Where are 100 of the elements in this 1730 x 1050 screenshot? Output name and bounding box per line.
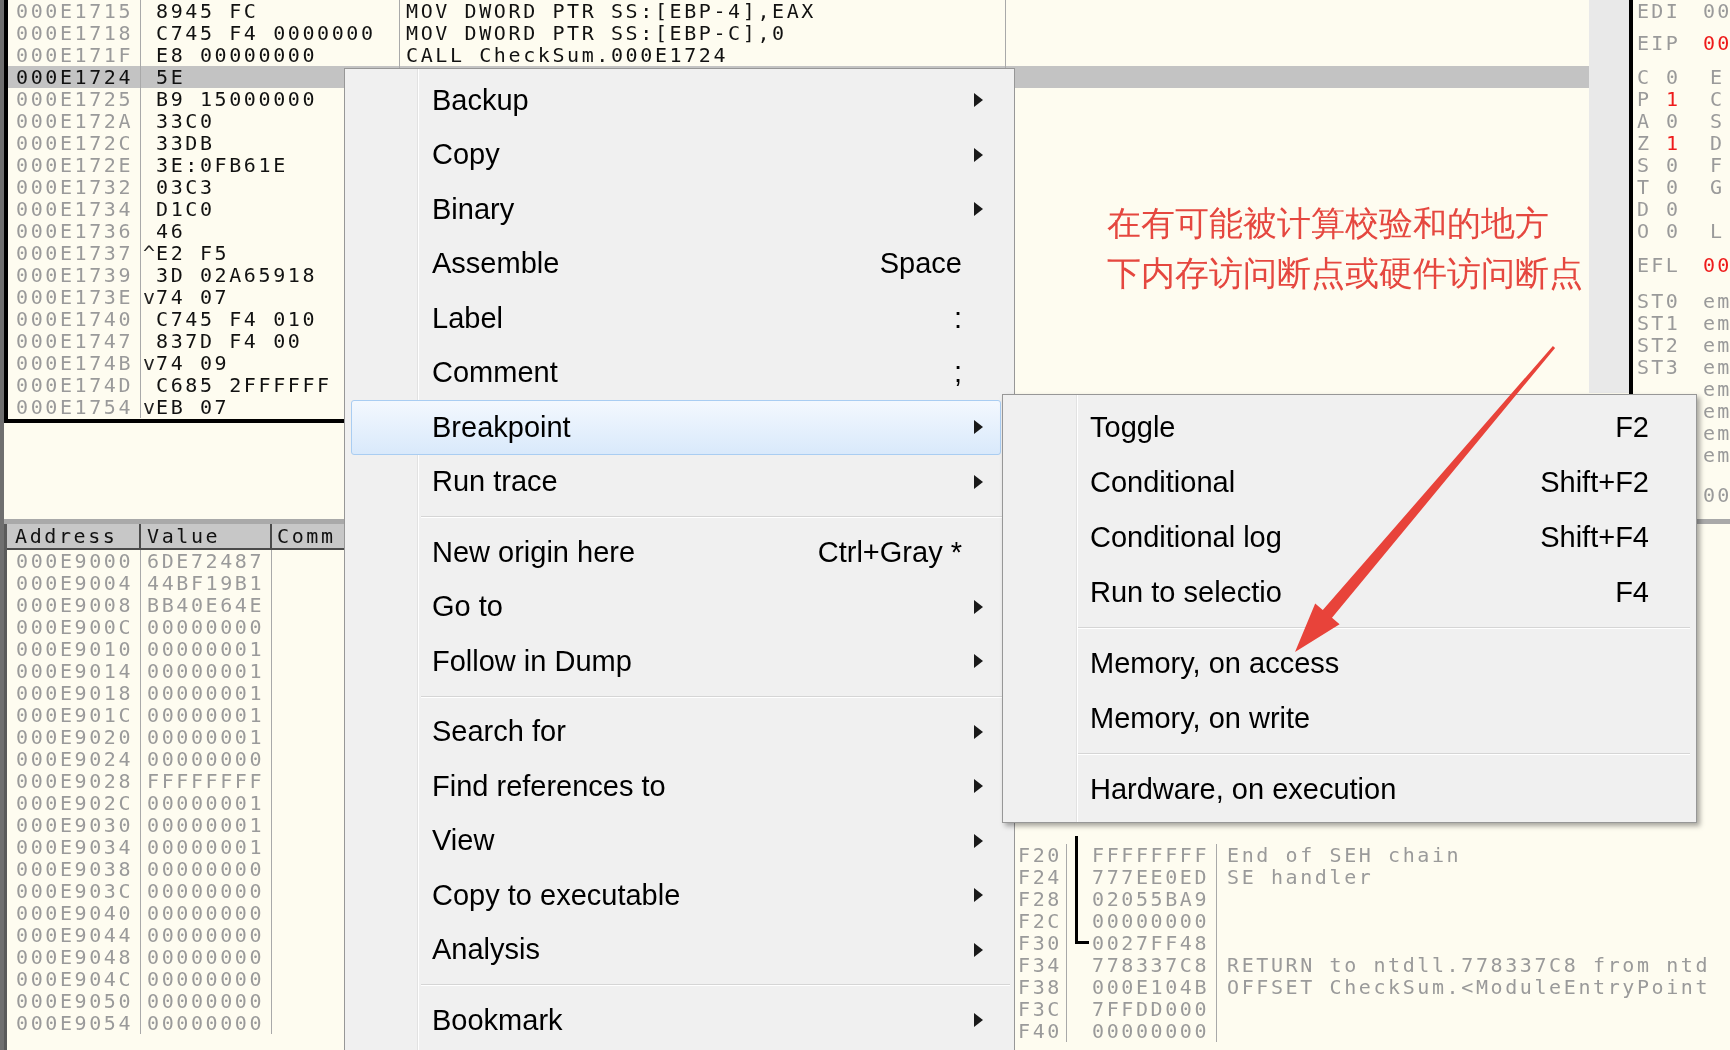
register-name: EFL <box>1637 253 1681 277</box>
value-text: 00000000 <box>1092 909 1210 933</box>
menu-item[interactable]: Find references to <box>351 759 1001 814</box>
segment-label: D <box>1710 132 1725 154</box>
menu-item[interactable]: Run to selectio F4 <box>1009 565 1690 620</box>
register-value: 00 <box>1703 0 1730 22</box>
menu-item[interactable]: Backup <box>351 73 1001 128</box>
shortcut-text: F2 <box>1615 409 1649 445</box>
register-value: em <box>1703 400 1730 422</box>
address-text: 000E9008 <box>16 593 134 617</box>
shortcut-text: Space <box>879 246 962 281</box>
menu-item[interactable]: Label : <box>351 291 1001 346</box>
address-text: 000E1725 <box>16 87 134 111</box>
address-text: 000E903C <box>16 879 134 903</box>
value-text: 0027FF48 <box>1092 931 1210 955</box>
value-text: 00000000 <box>147 747 265 771</box>
menu-item[interactable]: Conditional log Shift+F4 <box>1009 510 1690 565</box>
menu-item[interactable]: New origin here Ctrl+Gray * <box>351 525 1001 580</box>
value-text: 00000000 <box>1092 1019 1210 1043</box>
menu-item[interactable]: Bookmark <box>351 993 1001 1048</box>
column-header[interactable]: Address <box>15 524 118 548</box>
address-text: 000E9048 <box>16 945 134 969</box>
menu-item[interactable]: Copy <box>351 127 1001 182</box>
address-text: 000E9024 <box>16 747 134 771</box>
shortcut-text: Shift+F4 <box>1540 519 1649 555</box>
menu-item[interactable]: Assemble Space <box>351 236 1001 291</box>
scrollbar-track[interactable] <box>1589 0 1629 393</box>
value-text: 00000001 <box>147 681 265 705</box>
address-text: 000E1724 <box>16 65 134 89</box>
flag-value: 0 <box>1666 175 1681 199</box>
value-text: 00000001 <box>147 835 265 859</box>
address-text: 000E9040 <box>16 901 134 925</box>
shortcut-text: ; <box>953 355 962 390</box>
address-text: F30 <box>1018 931 1062 955</box>
address-text: 000E171F <box>16 43 134 67</box>
address-text: F20 <box>1018 843 1062 867</box>
code-row[interactable]: 000E1715 8945 FC MOV DWORD PTR SS:[EBP-4],EAX <box>8 0 1589 22</box>
comment-text: SE handler <box>1227 865 1374 889</box>
instruction-text: MOV DWORD PTR SS:[EBP-C],0 <box>406 21 787 45</box>
address-text: 000E1747 <box>16 329 134 353</box>
address-text: 000E1754 <box>16 395 134 419</box>
address-text: 000E9010 <box>16 637 134 661</box>
segment-label: E <box>1710 66 1725 88</box>
column-header[interactable]: Comm <box>277 524 336 548</box>
address-text: F24 <box>1018 865 1062 889</box>
opcode-text: 74 07 <box>156 286 230 308</box>
address-text: 000E9050 <box>16 989 134 1013</box>
menu-item[interactable]: Toggle F2 <box>1009 400 1690 455</box>
code-row[interactable]: 000E1718 C745 F4 0000000 MOV DWORD PTR SS:[EBP-C],0 <box>8 22 1589 44</box>
address-text: 000E902C <box>16 791 134 815</box>
menu-item[interactable]: View <box>351 813 1001 868</box>
menu-item[interactable]: Run trace <box>351 454 1001 509</box>
shortcut-text: Shift+F2 <box>1540 464 1649 500</box>
menu-item[interactable]: Breakpoint <box>351 400 1001 455</box>
address-text: 000E9034 <box>16 835 134 859</box>
value-text: 00000000 <box>147 923 265 947</box>
address-text: 000E174B <box>16 351 134 375</box>
menu-item[interactable]: Follow in Dump <box>351 634 1001 689</box>
menu-item[interactable]: Go to <box>351 579 1001 634</box>
address-text: 000E9054 <box>16 1011 134 1035</box>
value-text: FFFFFFFF <box>147 769 265 793</box>
flag-value: 1 <box>1666 131 1681 155</box>
jump-marker: ^ <box>143 242 156 264</box>
opcode-text: EB 07 <box>156 396 230 418</box>
opcode-text: C745 F4 0000000 <box>156 22 376 44</box>
shortcut-text: Ctrl+Gray * <box>817 534 962 570</box>
value-text: 778337C8 <box>1092 953 1210 977</box>
address-text: 000E9030 <box>16 813 134 837</box>
menu-item[interactable]: Hardware, on execution <box>1009 762 1690 817</box>
address-text: F34 <box>1018 953 1062 977</box>
value-text: 00000000 <box>147 967 265 991</box>
flag-name: P <box>1637 87 1652 111</box>
address-text: F38 <box>1018 975 1062 999</box>
value-text: 00000000 <box>147 879 265 903</box>
menu-item[interactable]: Search for <box>351 704 1001 759</box>
menu-item[interactable]: Conditional Shift+F2 <box>1009 455 1690 510</box>
menu-item[interactable]: Copy to executable <box>351 868 1001 923</box>
flag-name: Z <box>1637 131 1652 155</box>
opcode-text: 8945 FC <box>156 0 259 22</box>
menu-item[interactable]: Analysis <box>351 922 1001 977</box>
menu-item[interactable]: Comment ; <box>351 345 1001 400</box>
menu-item[interactable]: Binary <box>351 182 1001 237</box>
menu-item[interactable]: Memory, on write <box>1009 691 1690 746</box>
register-value: 00 <box>1703 254 1730 276</box>
column-header[interactable]: Value <box>147 524 221 548</box>
value-text: 44BF19B1 <box>147 571 265 595</box>
address-text: 000E900C <box>16 615 134 639</box>
address-text: 000E1734 <box>16 197 134 221</box>
address-text: 000E9000 <box>16 549 134 573</box>
flag-value: 0 <box>1666 65 1681 89</box>
address-text: 000E173E <box>16 285 134 309</box>
address-text: 000E1737 <box>16 241 134 265</box>
address-text: 000E9028 <box>16 769 134 793</box>
address-text: 000E174D <box>16 373 134 397</box>
register-value: 00 <box>1703 484 1730 506</box>
opcode-text: 46 <box>156 220 186 242</box>
instruction-text: CALL CheckSum.000E1724 <box>406 43 729 67</box>
value-text: 00000000 <box>147 1011 265 1035</box>
address-text: 000E1718 <box>16 21 134 45</box>
menu-item[interactable]: Memory, on access <box>1009 636 1690 691</box>
